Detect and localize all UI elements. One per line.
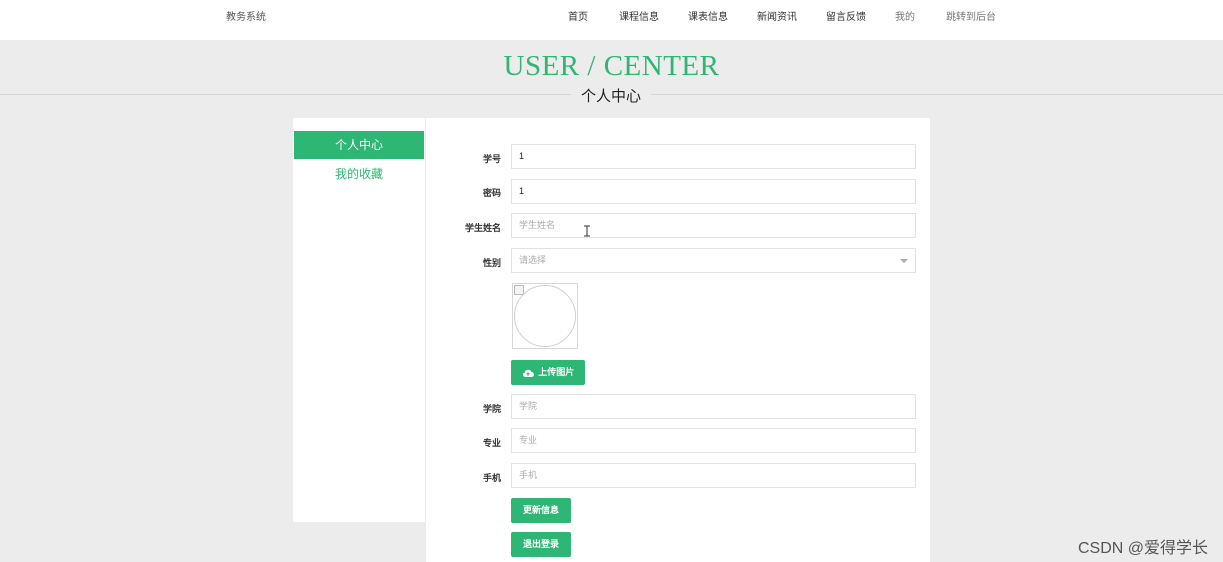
password-label: 密码 bbox=[482, 188, 501, 198]
nav-courses[interactable]: 课程信息 bbox=[619, 8, 659, 23]
upload-image-label: 上传图片 bbox=[538, 367, 575, 377]
nav-admin[interactable]: 跳转到后台 bbox=[946, 8, 996, 23]
avatar-preview bbox=[512, 283, 578, 349]
major-input[interactable]: 专业 bbox=[511, 428, 916, 453]
college-label: 学院 bbox=[482, 404, 501, 414]
nav-feedback[interactable]: 留言反馈 bbox=[826, 8, 866, 23]
avatar bbox=[514, 285, 576, 347]
top-navbar: 教务系统 首页 课程信息 课表信息 新闻资讯 留言反馈 我的 跳转到后台 bbox=[0, 0, 1223, 40]
gender-label: 性别 bbox=[482, 258, 501, 268]
gender-select-value: 请选择 bbox=[519, 255, 547, 265]
text-cursor-icon bbox=[584, 225, 590, 237]
college-input[interactable]: 学院 bbox=[511, 394, 916, 419]
nav-home[interactable]: 首页 bbox=[568, 8, 588, 23]
upload-image-button[interactable]: 上传图片 bbox=[511, 360, 585, 385]
major-label: 专业 bbox=[482, 438, 501, 448]
nav-news[interactable]: 新闻资讯 bbox=[757, 8, 797, 23]
phone-input[interactable]: 手机 bbox=[511, 463, 916, 488]
student-name-label: 学生姓名 bbox=[464, 223, 501, 233]
main-nav: 首页 课程信息 课表信息 新闻资讯 留言反馈 我的 跳转到后台 bbox=[0, 8, 1223, 23]
nav-mine[interactable]: 我的 bbox=[895, 8, 915, 23]
page-subtitle: 个人中心 bbox=[571, 85, 651, 105]
student-name-input[interactable]: 学生姓名 bbox=[511, 213, 916, 238]
logout-button[interactable]: 退出登录 bbox=[511, 532, 571, 557]
chevron-down-icon bbox=[900, 259, 908, 263]
sidebar-item-favorites[interactable]: 我的收藏 bbox=[294, 160, 424, 188]
student-id-label: 学号 bbox=[482, 154, 501, 164]
sidebar-item-profile[interactable]: 个人中心 bbox=[294, 131, 424, 159]
page-title: USER / CENTER bbox=[503, 50, 720, 82]
watermark: CSDN @爱得学长 bbox=[1077, 540, 1208, 557]
phone-label: 手机 bbox=[482, 473, 501, 483]
cloud-upload-icon bbox=[522, 369, 534, 377]
password-input[interactable]: 1 bbox=[511, 179, 916, 204]
update-info-button[interactable]: 更新信息 bbox=[511, 498, 571, 523]
gender-select[interactable]: 请选择 bbox=[511, 248, 916, 273]
student-id-input[interactable]: 1 bbox=[511, 144, 916, 169]
nav-timetable[interactable]: 课表信息 bbox=[688, 8, 728, 23]
sidebar: 个人中心 我的收藏 bbox=[293, 118, 425, 522]
